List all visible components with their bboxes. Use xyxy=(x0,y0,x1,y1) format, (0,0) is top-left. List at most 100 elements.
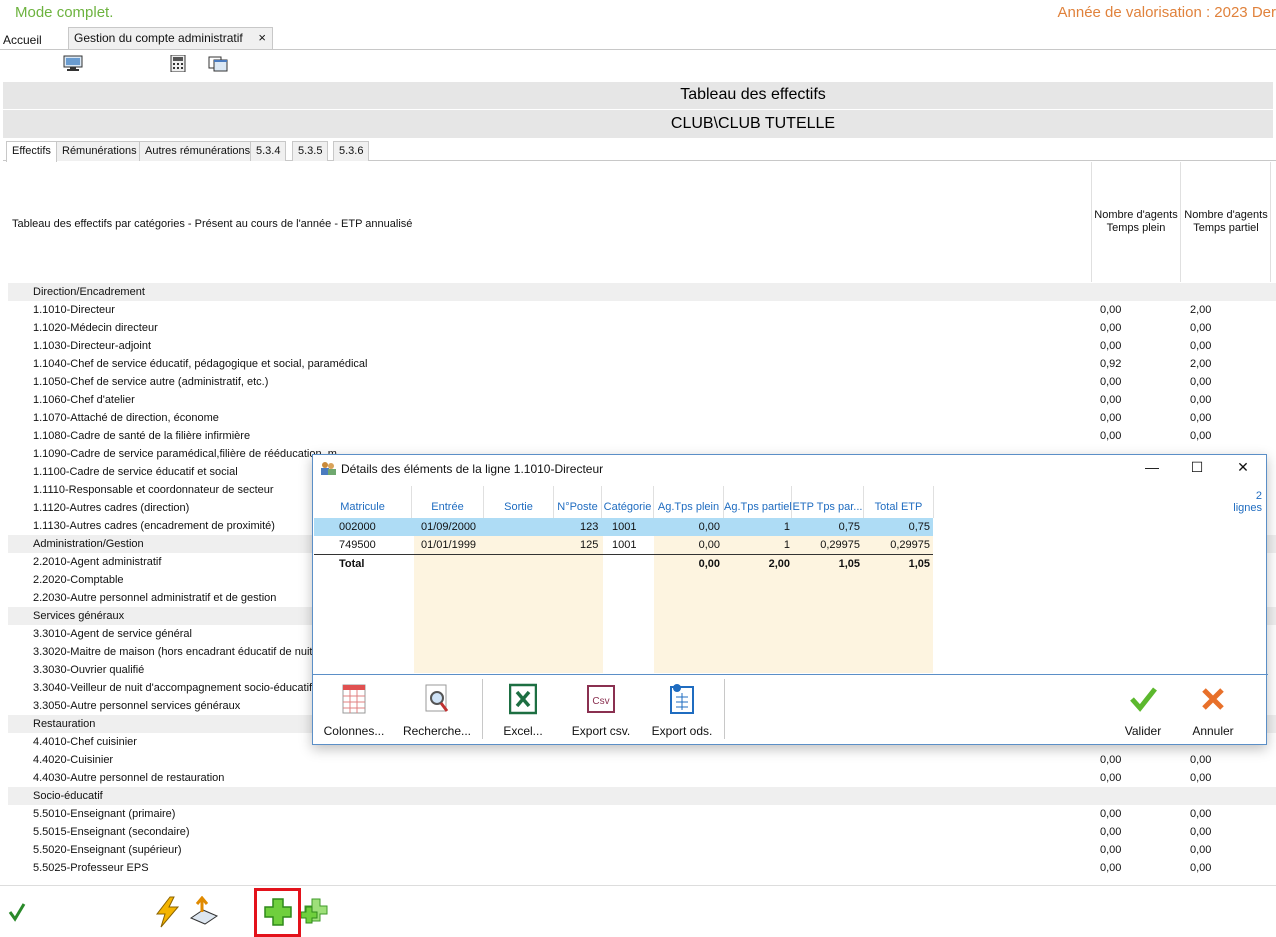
validate-button[interactable]: Valider xyxy=(1113,683,1173,738)
table-row[interactable]: 5.5020-Enseignant (supérieur) 0,00 0,00 xyxy=(8,841,1276,859)
row-label: 1.1100-Cadre de service éducatif et soci… xyxy=(33,466,238,478)
lightning-icon[interactable] xyxy=(152,896,182,931)
table-row[interactable]: 5.5010-Enseignant (primaire) 0,00 0,00 xyxy=(8,805,1276,823)
cell-part-time: 0,00 xyxy=(1190,862,1212,874)
validate-label: Valider xyxy=(1124,724,1162,738)
columns-label: Colonnes... xyxy=(323,724,385,738)
table-row[interactable]: 1.1080-Cadre de santé de la filière infi… xyxy=(8,427,1276,445)
col-tps-partiel[interactable]: Ag.Tps partiel xyxy=(724,486,792,518)
tab-5-3-6[interactable]: 5.3.6 xyxy=(333,141,370,161)
col-sortie[interactable]: Sortie xyxy=(484,486,554,518)
cell-part-time: 0,00 xyxy=(1190,844,1212,856)
column-header-full-time[interactable]: Nombre d'agents Temps plein xyxy=(1091,209,1181,235)
table-row[interactable]: 4.4020-Cuisinier 0,00 0,00 xyxy=(8,751,1276,769)
row-label: Restauration xyxy=(33,718,96,730)
cell-full-time: 0,00 xyxy=(1100,322,1122,334)
search-button[interactable]: Recherche... xyxy=(399,683,475,738)
cancel-button[interactable]: Annuler xyxy=(1183,683,1243,738)
close-tab-icon[interactable]: × xyxy=(258,30,266,45)
checkmark-icon xyxy=(1130,687,1157,712)
tab-autres-remunerations[interactable]: Autres rémunérations xyxy=(139,141,257,161)
cell-full-time: 0,00 xyxy=(1100,412,1122,424)
table-row[interactable]: 5.5015-Enseignant (secondaire) 0,00 0,00 xyxy=(8,823,1276,841)
tab-effectifs[interactable]: Effectifs xyxy=(6,141,57,162)
column-header-part-time-line1: Nombre d'agents xyxy=(1184,209,1268,221)
tab-5-3-5[interactable]: 5.3.5 xyxy=(292,141,329,161)
checkmark-icon[interactable] xyxy=(8,902,26,925)
col-tps-plein[interactable]: Ag.Tps plein xyxy=(654,486,724,518)
row-label: Direction/Encadrement xyxy=(33,286,145,298)
cell-full-time: 0,00 xyxy=(1100,340,1122,352)
table-row[interactable]: 5.5025-Professeur EPS 0,00 0,00 xyxy=(8,859,1276,877)
tab-5-3-4[interactable]: 5.3.4 xyxy=(250,141,287,161)
calculator-icon[interactable] xyxy=(168,54,188,73)
table-row[interactable]: 1.1030-Directeur-adjoint 0,00 0,00 xyxy=(8,337,1276,355)
excel-button[interactable]: Excel... xyxy=(493,683,553,738)
table-row[interactable]: 1.1060-Chef d'atelier 0,00 0,00 xyxy=(8,391,1276,409)
col-etp-partiel[interactable]: ETP Tps par... xyxy=(792,486,864,518)
import-icon[interactable] xyxy=(187,895,219,931)
cell-etp-partiel: 0,75 xyxy=(838,521,860,533)
table-row[interactable]: 1.1020-Médecin directeur 0,00 0,00 xyxy=(8,319,1276,337)
row-label: 1.1130-Autres cadres (encadrement de pro… xyxy=(33,520,275,532)
close-dialog-button[interactable]: ✕ xyxy=(1228,459,1258,477)
search-icon xyxy=(425,684,449,712)
table-row[interactable]: 1.1040-Chef de service éducatif, pédagog… xyxy=(8,355,1276,373)
group-row[interactable]: Socio-éducatif xyxy=(8,787,1276,805)
cell-entree: 01/09/2000 xyxy=(421,521,477,533)
table-row[interactable]: 002000 01/09/2000 123 1001 0,00 1 0,75 0… xyxy=(314,518,933,536)
cell-full-time: 0,00 xyxy=(1100,376,1122,388)
column-header-part-time[interactable]: Nombre d'agents Temps partiel xyxy=(1181,209,1271,235)
cancel-icon xyxy=(1202,688,1224,710)
col-total-etp[interactable]: Total ETP xyxy=(864,486,934,518)
table-row[interactable]: 749500 01/01/1999 125 1001 0,00 1 0,2997… xyxy=(314,536,933,554)
col-matricule[interactable]: Matricule xyxy=(314,486,412,518)
table-row[interactable]: 1.1050-Chef de service autre (administra… xyxy=(8,373,1276,391)
tab-remunerations[interactable]: Rémunérations xyxy=(56,141,143,161)
maximize-button[interactable]: ☐ xyxy=(1182,459,1212,477)
col-poste[interactable]: N°Poste xyxy=(554,486,602,518)
tab-account-management[interactable]: Gestion du compte administratif × xyxy=(68,27,273,49)
cell-tps-partiel: 1 xyxy=(783,539,790,551)
export-ods-label: Export ods. xyxy=(651,724,713,738)
cell-full-time: 0,00 xyxy=(1100,754,1122,766)
cell-poste: 125 xyxy=(580,539,599,551)
cell-categorie: 1001 xyxy=(612,539,637,551)
cell-part-time: 0,00 xyxy=(1190,394,1212,406)
row-label: 3.3050-Autre personnel services généraux xyxy=(33,700,241,712)
cancel-label: Annuler xyxy=(1192,724,1234,738)
col-categorie[interactable]: Catégorie xyxy=(602,486,654,518)
cell-full-time: 0,00 xyxy=(1100,304,1122,316)
monitor-icon[interactable] xyxy=(63,55,83,72)
export-csv-label: Export csv. xyxy=(571,724,631,738)
columns-button[interactable]: Colonnes... xyxy=(321,683,387,738)
cell-full-time: 0,00 xyxy=(1100,430,1122,442)
windows-icon[interactable] xyxy=(208,55,228,72)
minimize-button[interactable]: — xyxy=(1137,459,1167,477)
export-ods-button[interactable]: Export ods. xyxy=(646,683,718,738)
row-label: 2.2020-Comptable xyxy=(33,574,124,586)
row-label: 5.5015-Enseignant (secondaire) xyxy=(33,826,190,838)
total-etp: 1,05 xyxy=(908,558,930,570)
bottom-toolbar xyxy=(0,885,1276,937)
cell-poste: 123 xyxy=(580,521,599,533)
cell-part-time: 0,00 xyxy=(1190,340,1212,352)
cell-part-time: 0,00 xyxy=(1190,376,1212,388)
tab-home[interactable]: Accueil xyxy=(3,33,42,47)
cell-full-time: 0,00 xyxy=(1100,826,1122,838)
col-entree[interactable]: Entrée xyxy=(412,486,484,518)
row-label: 4.4020-Cuisinier xyxy=(33,754,114,766)
table-row[interactable]: 1.1010-Directeur 0,00 2,00 xyxy=(8,301,1276,319)
toolbar-divider xyxy=(482,679,483,739)
add-multiple-icon[interactable] xyxy=(300,897,330,930)
row-label: 2.2010-Agent administratif xyxy=(33,556,162,568)
table-row[interactable]: 4.4030-Autre personnel de restauration 0,… xyxy=(8,769,1276,787)
table-row[interactable]: 1.1070-Attaché de direction, économe 0,00… xyxy=(8,409,1276,427)
group-row[interactable]: Direction/Encadrement xyxy=(8,283,1276,301)
row-label: 1.1090-Cadre de service paramédical,fili… xyxy=(33,448,337,460)
export-csv-button[interactable]: Csv Export csv. xyxy=(566,683,636,738)
row-label: 4.4010-Chef cuisinier xyxy=(33,736,137,748)
cell-part-time: 0,00 xyxy=(1190,754,1212,766)
dialog-title: Détails des éléments de la ligne 1.1010-… xyxy=(341,462,604,476)
cell-tps-plein: 0,00 xyxy=(698,539,720,551)
